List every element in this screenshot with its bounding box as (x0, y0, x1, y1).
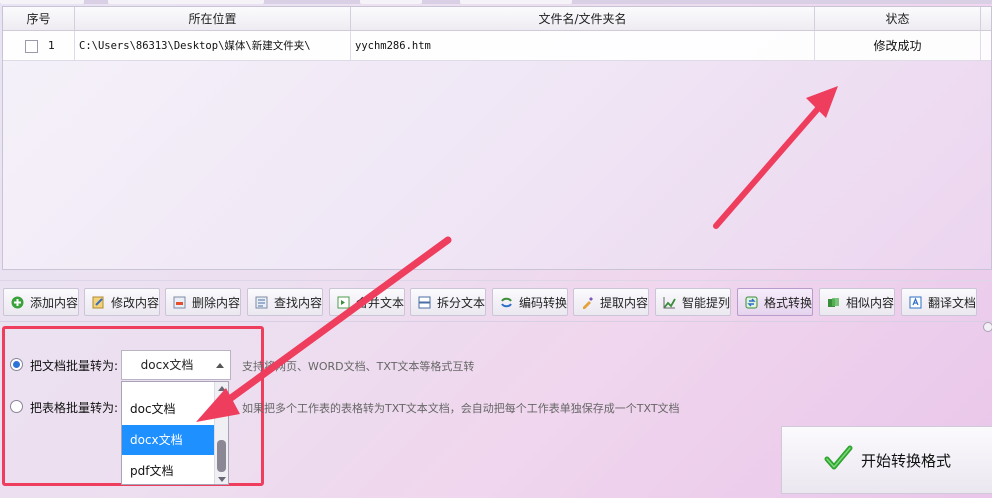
file-table[interactable]: 序号 所在位置 文件名/文件夹名 状态 1 C:\Users\86313\Des… (2, 6, 992, 270)
encode-icon (499, 295, 514, 310)
top-tab[interactable] (108, 0, 264, 4)
scroll-thumb[interactable] (217, 440, 226, 472)
doc-convert-description: 支持将网页、WORD文档、TXT文本等格式互转 (242, 360, 475, 373)
function-toolbar: 添加内容 修改内容 删除内容 查找内容 合并文本 拆分文本 编码转换 提取内容 … (0, 280, 992, 322)
row-empty-cell (981, 31, 991, 61)
extract-content-label: 提取内容 (600, 295, 649, 310)
chevron-up-icon[interactable] (216, 363, 224, 368)
split-icon (417, 295, 432, 310)
split-text-label: 拆分文本 (437, 295, 486, 310)
translate-document-button[interactable]: 翻译文档 (901, 288, 977, 316)
add-content-label: 添加内容 (30, 295, 79, 310)
similar-content-button[interactable]: 相似内容 (819, 288, 895, 316)
column-icon (662, 295, 677, 310)
top-tab[interactable] (360, 0, 422, 4)
target-format-value: docx文档 (140, 358, 194, 372)
extract-content-button[interactable]: 提取内容 (573, 288, 649, 316)
row-location: C:\Users\86313\Desktop\媒体\新建文件夹\ (75, 31, 351, 61)
delete-content-label: 删除内容 (192, 295, 241, 310)
dropdown-option-docx[interactable]: docx文档 (122, 425, 215, 455)
add-content-button[interactable]: 添加内容 (3, 288, 79, 316)
translate-document-label: 翻译文档 (928, 295, 977, 310)
collapse-toggle-icon[interactable] (983, 322, 992, 332)
row-status: 修改成功 (815, 31, 981, 61)
column-header-filename[interactable]: 文件名/文件夹名 (351, 7, 815, 31)
similar-content-label: 相似内容 (846, 295, 895, 310)
sheet-convert-description: 如果把多个工作表的表格转为TXT文本文档，会自动把每个工作表单独保存成一个TXT… (242, 402, 680, 415)
delete-content-button[interactable]: 删除内容 (165, 288, 241, 316)
translate-icon (908, 295, 923, 310)
doc-convert-radio[interactable] (10, 358, 23, 371)
merge-icon (336, 295, 351, 310)
extract-icon (580, 295, 595, 310)
top-tab[interactable] (460, 0, 572, 4)
top-tab[interactable] (0, 0, 84, 4)
column-header-index[interactable]: 序号 (3, 7, 75, 31)
find-content-label: 查找内容 (274, 295, 323, 310)
format-convert-button[interactable]: 格式转换 (737, 288, 813, 316)
format-convert-label: 格式转换 (764, 295, 813, 310)
column-header-location[interactable]: 所在位置 (75, 7, 351, 31)
add-icon (10, 295, 25, 310)
encoding-convert-button[interactable]: 编码转换 (492, 288, 568, 316)
column-header-status[interactable]: 状态 (815, 7, 981, 31)
column-header-empty (981, 7, 991, 31)
encoding-convert-label: 编码转换 (519, 295, 568, 310)
find-icon (254, 295, 269, 310)
dropdown-option-pdf[interactable]: pdf文档 (122, 456, 215, 484)
edit-content-label: 修改内容 (111, 295, 160, 310)
start-convert-label: 开始转换格式 (860, 451, 951, 470)
scroll-up-icon[interactable] (218, 386, 226, 391)
edit-icon (91, 295, 106, 310)
scroll-down-icon[interactable] (218, 477, 226, 482)
find-content-button[interactable]: 查找内容 (247, 288, 323, 316)
start-convert-button[interactable]: 开始转换格式 (781, 426, 992, 494)
row-checkbox[interactable] (25, 39, 38, 53)
similar-icon (826, 295, 841, 310)
merge-text-label: 合并文本 (356, 295, 405, 310)
smart-column-button[interactable]: 智能提列 (655, 288, 731, 316)
table-header: 序号 所在位置 文件名/文件夹名 状态 (3, 7, 991, 31)
convert-icon (744, 295, 759, 310)
target-format-select[interactable]: docx文档 (121, 350, 231, 380)
checkmark-icon (823, 443, 853, 477)
row-index: 1 (48, 39, 55, 52)
row-index-cell: 1 (3, 31, 75, 61)
sheet-convert-radio[interactable] (10, 400, 23, 413)
delete-icon (172, 295, 187, 310)
dropdown-scrollbar[interactable] (214, 382, 228, 484)
sheet-convert-label: 把表格批量转为: (30, 401, 119, 415)
top-tab-strip (0, 0, 992, 4)
merge-text-button[interactable]: 合并文本 (329, 288, 405, 316)
split-text-button[interactable]: 拆分文本 (410, 288, 486, 316)
dropdown-option-doc[interactable]: doc文档 (122, 394, 215, 424)
doc-convert-label: 把文档批量转为: (30, 359, 119, 373)
row-filename: yychm286.htm (351, 31, 815, 61)
table-row[interactable]: 1 C:\Users\86313\Desktop\媒体\新建文件夹\ yychm… (3, 31, 991, 61)
smart-column-label: 智能提列 (682, 295, 731, 310)
format-dropdown-list[interactable]: doc文档 docx文档 pdf文档 (121, 381, 229, 485)
edit-content-button[interactable]: 修改内容 (84, 288, 160, 316)
